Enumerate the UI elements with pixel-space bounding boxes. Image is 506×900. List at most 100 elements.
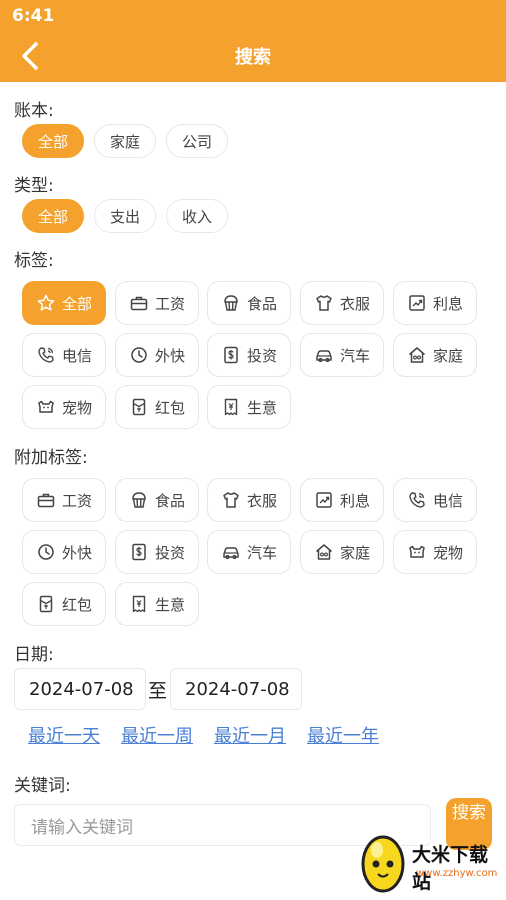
pet-icon xyxy=(38,400,54,413)
category-tag[interactable]: 外快 xyxy=(115,333,199,377)
tag-label: 全部 xyxy=(61,294,92,313)
status-bar: 6:41 xyxy=(0,0,506,30)
watermark: 大米下载站 www.zzhyw.com xyxy=(356,826,506,900)
tag-label: 汽车 xyxy=(339,346,370,365)
end-date-field[interactable]: 2024-07-08 xyxy=(170,668,302,710)
tag-label: 红包 xyxy=(61,595,92,614)
tag-label: 电信 xyxy=(61,346,92,365)
status-time: 6:41 xyxy=(12,6,55,26)
tag-label: 投资 xyxy=(246,346,277,365)
category-tag[interactable]: 宠物 xyxy=(22,385,106,429)
tag-label: 宠物 xyxy=(61,398,92,417)
tag-label: 红包 xyxy=(154,398,185,417)
extra-category-tag[interactable]: 电信 xyxy=(393,478,477,522)
tag-label: 家庭 xyxy=(339,543,370,562)
briefcase-icon xyxy=(130,296,148,311)
date-label: 日期: xyxy=(14,645,54,665)
category-tag[interactable]: 投资 xyxy=(207,333,291,377)
category-tag[interactable]: 利息 xyxy=(393,281,477,325)
category-tag[interactable]: 食品 xyxy=(207,281,291,325)
quick-range-month-link[interactable]: 最近一月 xyxy=(214,722,286,748)
dollar-icon xyxy=(132,543,146,561)
trend-icon xyxy=(409,295,425,311)
tag-label: 利息 xyxy=(432,294,463,313)
extra-category-tag[interactable]: 工资 xyxy=(22,478,106,522)
extra-category-tag[interactable]: 生意 xyxy=(115,582,199,626)
app-bar: 搜索 xyxy=(0,30,506,82)
tag-label: 生意 xyxy=(246,398,277,417)
extra-category-tag[interactable]: 衣服 xyxy=(207,478,291,522)
tag-label: 外快 xyxy=(154,346,185,365)
category-tag[interactable]: 衣服 xyxy=(300,281,384,325)
ledger-option-all[interactable]: 全部 xyxy=(22,124,84,158)
category-tag[interactable]: 生意 xyxy=(207,385,291,429)
tags-label: 标签: xyxy=(14,251,54,271)
category-tag[interactable]: 红包 xyxy=(115,385,199,429)
page-title: 搜索 xyxy=(235,47,271,68)
star-icon xyxy=(37,294,55,311)
category-tag[interactable]: 全部 xyxy=(22,281,106,325)
tag-label: 家庭 xyxy=(432,346,463,365)
tag-label: 食品 xyxy=(154,491,185,510)
extra-category-tag[interactable]: 红包 xyxy=(22,582,106,626)
extra-category-tag[interactable]: 投资 xyxy=(115,530,199,574)
quick-range-week-link[interactable]: 最近一周 xyxy=(121,722,193,748)
date-separator: 至 xyxy=(148,680,168,702)
car-icon xyxy=(316,350,332,363)
keyword-placeholder: 请输入关键词 xyxy=(31,817,133,838)
category-tag[interactable]: 汽车 xyxy=(300,333,384,377)
quick-range-year-link[interactable]: 最近一年 xyxy=(307,722,379,748)
type-option-expense[interactable]: 支出 xyxy=(94,199,156,233)
category-tag[interactable]: 电信 xyxy=(22,333,106,377)
start-date-field[interactable]: 2024-07-08 xyxy=(14,668,146,710)
extra-category-tag[interactable]: 家庭 xyxy=(300,530,384,574)
ledger-option-company[interactable]: 公司 xyxy=(166,124,228,158)
tag-label: 衣服 xyxy=(339,294,370,313)
tag-label: 汽车 xyxy=(246,543,277,562)
shirt-icon xyxy=(316,295,332,311)
envelope-icon xyxy=(132,398,146,416)
watermark-name: 大米下载站 xyxy=(412,844,489,893)
cupcake-icon xyxy=(132,492,146,508)
watermark-url: www.zzhyw.com xyxy=(416,868,498,879)
tag-label: 投资 xyxy=(154,543,185,562)
receipt-icon xyxy=(224,398,238,416)
clock-icon xyxy=(131,347,147,363)
envelope-icon xyxy=(39,595,53,613)
extra-category-tag[interactable]: 宠物 xyxy=(393,530,477,574)
tag-label: 宠物 xyxy=(432,543,463,562)
tag-label: 食品 xyxy=(246,294,277,313)
clock-icon xyxy=(38,544,54,560)
tag-label: 电信 xyxy=(432,491,463,510)
tag-label: 生意 xyxy=(154,595,185,614)
quick-range-day-link[interactable]: 最近一天 xyxy=(28,722,100,748)
dollar-icon xyxy=(224,346,238,364)
extra-category-tag[interactable]: 外快 xyxy=(22,530,106,574)
home-icon xyxy=(408,347,425,363)
tag-label: 外快 xyxy=(61,543,92,562)
mascot-logo-icon xyxy=(361,835,405,893)
category-tag[interactable]: 家庭 xyxy=(393,333,477,377)
pet-icon xyxy=(409,545,425,558)
cupcake-icon xyxy=(224,295,238,311)
receipt-icon xyxy=(132,595,146,613)
type-option-income[interactable]: 收入 xyxy=(166,199,228,233)
keyword-label: 关键词: xyxy=(14,776,71,796)
tag-label: 衣服 xyxy=(246,491,277,510)
ledger-option-family[interactable]: 家庭 xyxy=(94,124,156,158)
phone-icon xyxy=(409,492,425,508)
tag-label: 利息 xyxy=(339,491,370,510)
category-tag[interactable]: 工资 xyxy=(115,281,199,325)
ledger-label: 账本: xyxy=(14,101,54,121)
shirt-icon xyxy=(223,492,239,508)
car-icon xyxy=(223,547,239,560)
briefcase-icon xyxy=(37,493,55,508)
tag-label: 工资 xyxy=(61,491,92,510)
extra-category-tag[interactable]: 汽车 xyxy=(207,530,291,574)
type-option-all[interactable]: 全部 xyxy=(22,199,84,233)
extra-category-tag[interactable]: 利息 xyxy=(300,478,384,522)
type-label: 类型: xyxy=(14,176,54,196)
extra-category-tag[interactable]: 食品 xyxy=(115,478,199,522)
phone-icon xyxy=(38,347,54,363)
trend-icon xyxy=(316,492,332,508)
